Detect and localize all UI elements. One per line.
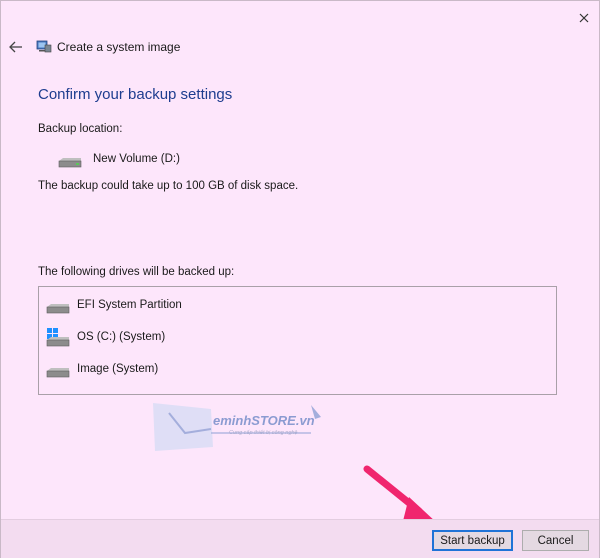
backup-location-label: Backup location:	[38, 123, 123, 135]
drives-label: The following drives will be backed up:	[38, 266, 235, 278]
cancel-button[interactable]: Cancel	[522, 530, 589, 551]
drive-name: OS (C:) (System)	[77, 331, 166, 343]
window-title: Create a system image	[57, 40, 181, 54]
watermark-subtext: Cung cấp thiết bị công nghệ	[229, 430, 298, 436]
windows-drive-icon	[45, 328, 71, 353]
start-backup-button[interactable]: Start backup	[432, 530, 513, 551]
drive-name: EFI System Partition	[77, 299, 182, 311]
backup-location-drive: New Volume (D:)	[93, 153, 180, 165]
watermark: eminhSTORE.vn Cung cấp thiết bị công ngh…	[151, 399, 331, 455]
drives-list: EFI System Partition OS (C:) (System) Im…	[38, 286, 557, 395]
drive-icon	[45, 366, 71, 384]
list-item: Image (System)	[39, 357, 556, 385]
list-item: EFI System Partition	[39, 293, 556, 321]
drive-icon	[45, 302, 71, 320]
system-image-window: Create a system image Confirm your backu…	[0, 0, 600, 558]
back-button[interactable]	[7, 39, 25, 55]
watermark-text: eminhSTORE.vn	[213, 413, 315, 428]
close-button[interactable]	[571, 5, 597, 31]
space-note: The backup could take up to 100 GB of di…	[38, 180, 299, 192]
dialog-footer: Start backup Cancel	[1, 519, 599, 558]
close-icon	[579, 13, 589, 23]
system-image-icon	[36, 38, 52, 54]
drive-name: Image (System)	[77, 363, 159, 375]
drive-icon	[57, 156, 83, 168]
back-arrow-icon	[9, 41, 22, 53]
page-heading: Confirm your backup settings	[38, 86, 233, 103]
list-item: OS (C:) (System)	[39, 325, 556, 353]
annotation-arrow-icon	[363, 465, 437, 523]
